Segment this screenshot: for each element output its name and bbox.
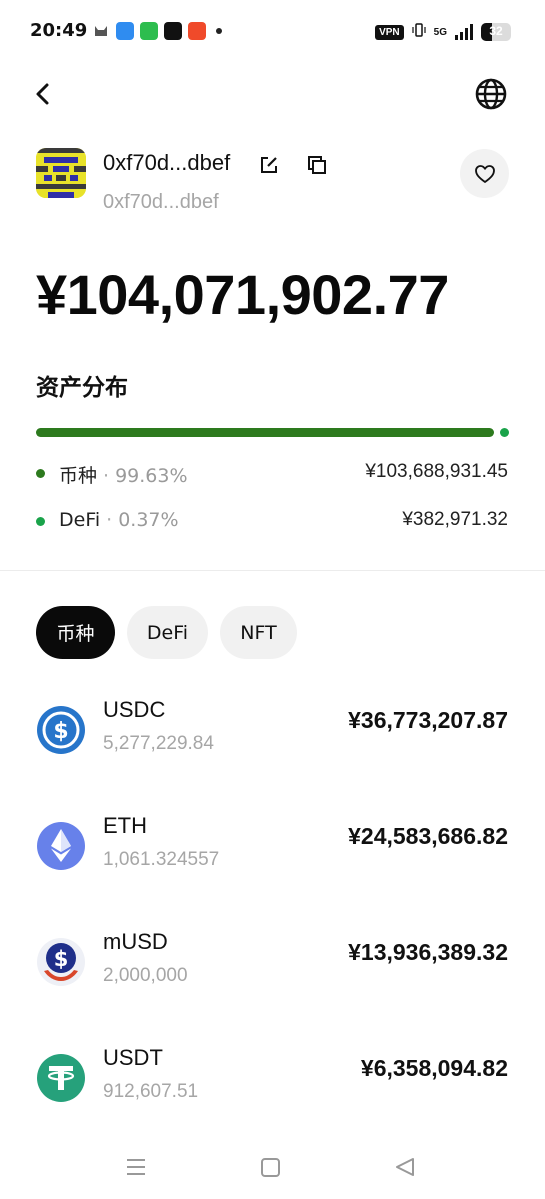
distribution-percent: 0.37% (118, 509, 179, 531)
signal-icon (455, 24, 473, 40)
token-amount: 912,607.51 (103, 1081, 199, 1102)
home-button[interactable] (259, 1154, 285, 1180)
legend-dot (36, 517, 45, 526)
square-icon (261, 1158, 280, 1177)
distribution-bar-defi (500, 428, 509, 437)
token-symbol: USDC (103, 697, 166, 722)
status-indicators: VPN 5G 32 (375, 22, 511, 42)
token-fiat-value: ¥24,583,686.82 (348, 823, 508, 849)
network-type: 5G (433, 26, 447, 38)
distribution-value: ¥382,971.32 (402, 509, 508, 530)
token-row-usdc[interactable]: $ USDC 5,277,229.84 ¥36,773,207.87 (36, 697, 508, 767)
notification-dot (216, 28, 222, 34)
distribution-percent: 99.63% (115, 465, 188, 487)
token-row-eth[interactable]: ETH 1,061.324557 ¥24,583,686.82 (36, 813, 508, 883)
distribution-bar-coin (36, 428, 494, 437)
token-amount: 1,061.324557 (103, 849, 220, 870)
recent-apps-button[interactable] (124, 1154, 150, 1180)
section-divider (0, 570, 545, 571)
chevron-left-icon (36, 83, 49, 105)
menu-icon (127, 1159, 145, 1175)
video-app-icon (188, 22, 206, 40)
svg-text:$: $ (53, 719, 68, 744)
distribution-title: 资产分布 (36, 375, 128, 401)
heart-icon (474, 164, 495, 183)
battery-level: 32 (489, 24, 503, 38)
tab-coins[interactable]: 币种 (36, 606, 115, 659)
token-symbol: USDT (103, 1045, 163, 1070)
triangle-back-icon (396, 1158, 414, 1176)
vpn-badge: VPN (375, 24, 404, 40)
total-balance: ¥104,071,902.77 (36, 263, 449, 326)
distribution-row-defi: DeFi · 0.37% ¥382,971.32 (36, 507, 508, 537)
edit-name-button[interactable] (259, 155, 279, 175)
legend-dot (36, 469, 45, 478)
usdc-icon: $ (36, 705, 86, 755)
wallet-address: 0xf70d...dbef (103, 191, 219, 213)
distribution-row-coin: 币种 · 99.63% ¥103,688,931.45 (36, 459, 508, 489)
token-symbol: ETH (103, 813, 147, 838)
system-navigation-bar (0, 1140, 545, 1199)
vibrate-icon (412, 22, 426, 42)
svg-text:$: $ (54, 947, 69, 971)
status-bar: 20:49 VPN 5G 32 (0, 0, 545, 64)
copy-icon (308, 156, 326, 174)
eth-icon (36, 821, 86, 871)
status-time: 20:49 (30, 20, 88, 41)
distribution-value: ¥103,688,931.45 (365, 461, 508, 482)
copy-address-button[interactable] (306, 154, 328, 176)
tab-defi[interactable]: DeFi (127, 606, 208, 659)
phone-app-icon (140, 22, 158, 40)
wallet-name: 0xf70d...dbef (103, 150, 231, 175)
usdt-icon (36, 1053, 86, 1103)
wallet-avatar (36, 148, 86, 198)
token-fiat-value: ¥13,936,389.32 (348, 939, 508, 965)
battery-icon: 32 (481, 23, 511, 41)
token-amount: 5,277,229.84 (103, 733, 214, 754)
language-button[interactable] (474, 77, 508, 111)
distribution-label: DeFi (59, 509, 101, 531)
globe-icon (475, 78, 507, 110)
tab-nft[interactable]: NFT (220, 606, 297, 659)
token-fiat-value: ¥6,358,094.82 (360, 1055, 508, 1081)
tiktok-app-icon (164, 22, 182, 40)
musd-icon: $ (36, 937, 86, 987)
system-back-button[interactable] (393, 1154, 419, 1180)
status-app-icons (92, 22, 222, 40)
cat-app-icon (92, 22, 110, 40)
token-fiat-value: ¥36,773,207.87 (348, 707, 508, 733)
folder-app-icon (116, 22, 134, 40)
back-button[interactable] (30, 80, 58, 108)
token-amount: 2,000,000 (103, 965, 188, 986)
edit-icon (261, 157, 277, 173)
token-symbol: mUSD (103, 929, 168, 954)
favorite-button[interactable] (460, 149, 509, 198)
token-row-usdt[interactable]: USDT 912,607.51 ¥6,358,094.82 (36, 1045, 508, 1115)
token-row-musd[interactable]: $ mUSD 2,000,000 ¥13,936,389.32 (36, 929, 508, 999)
distribution-label: 币种 (59, 465, 98, 487)
